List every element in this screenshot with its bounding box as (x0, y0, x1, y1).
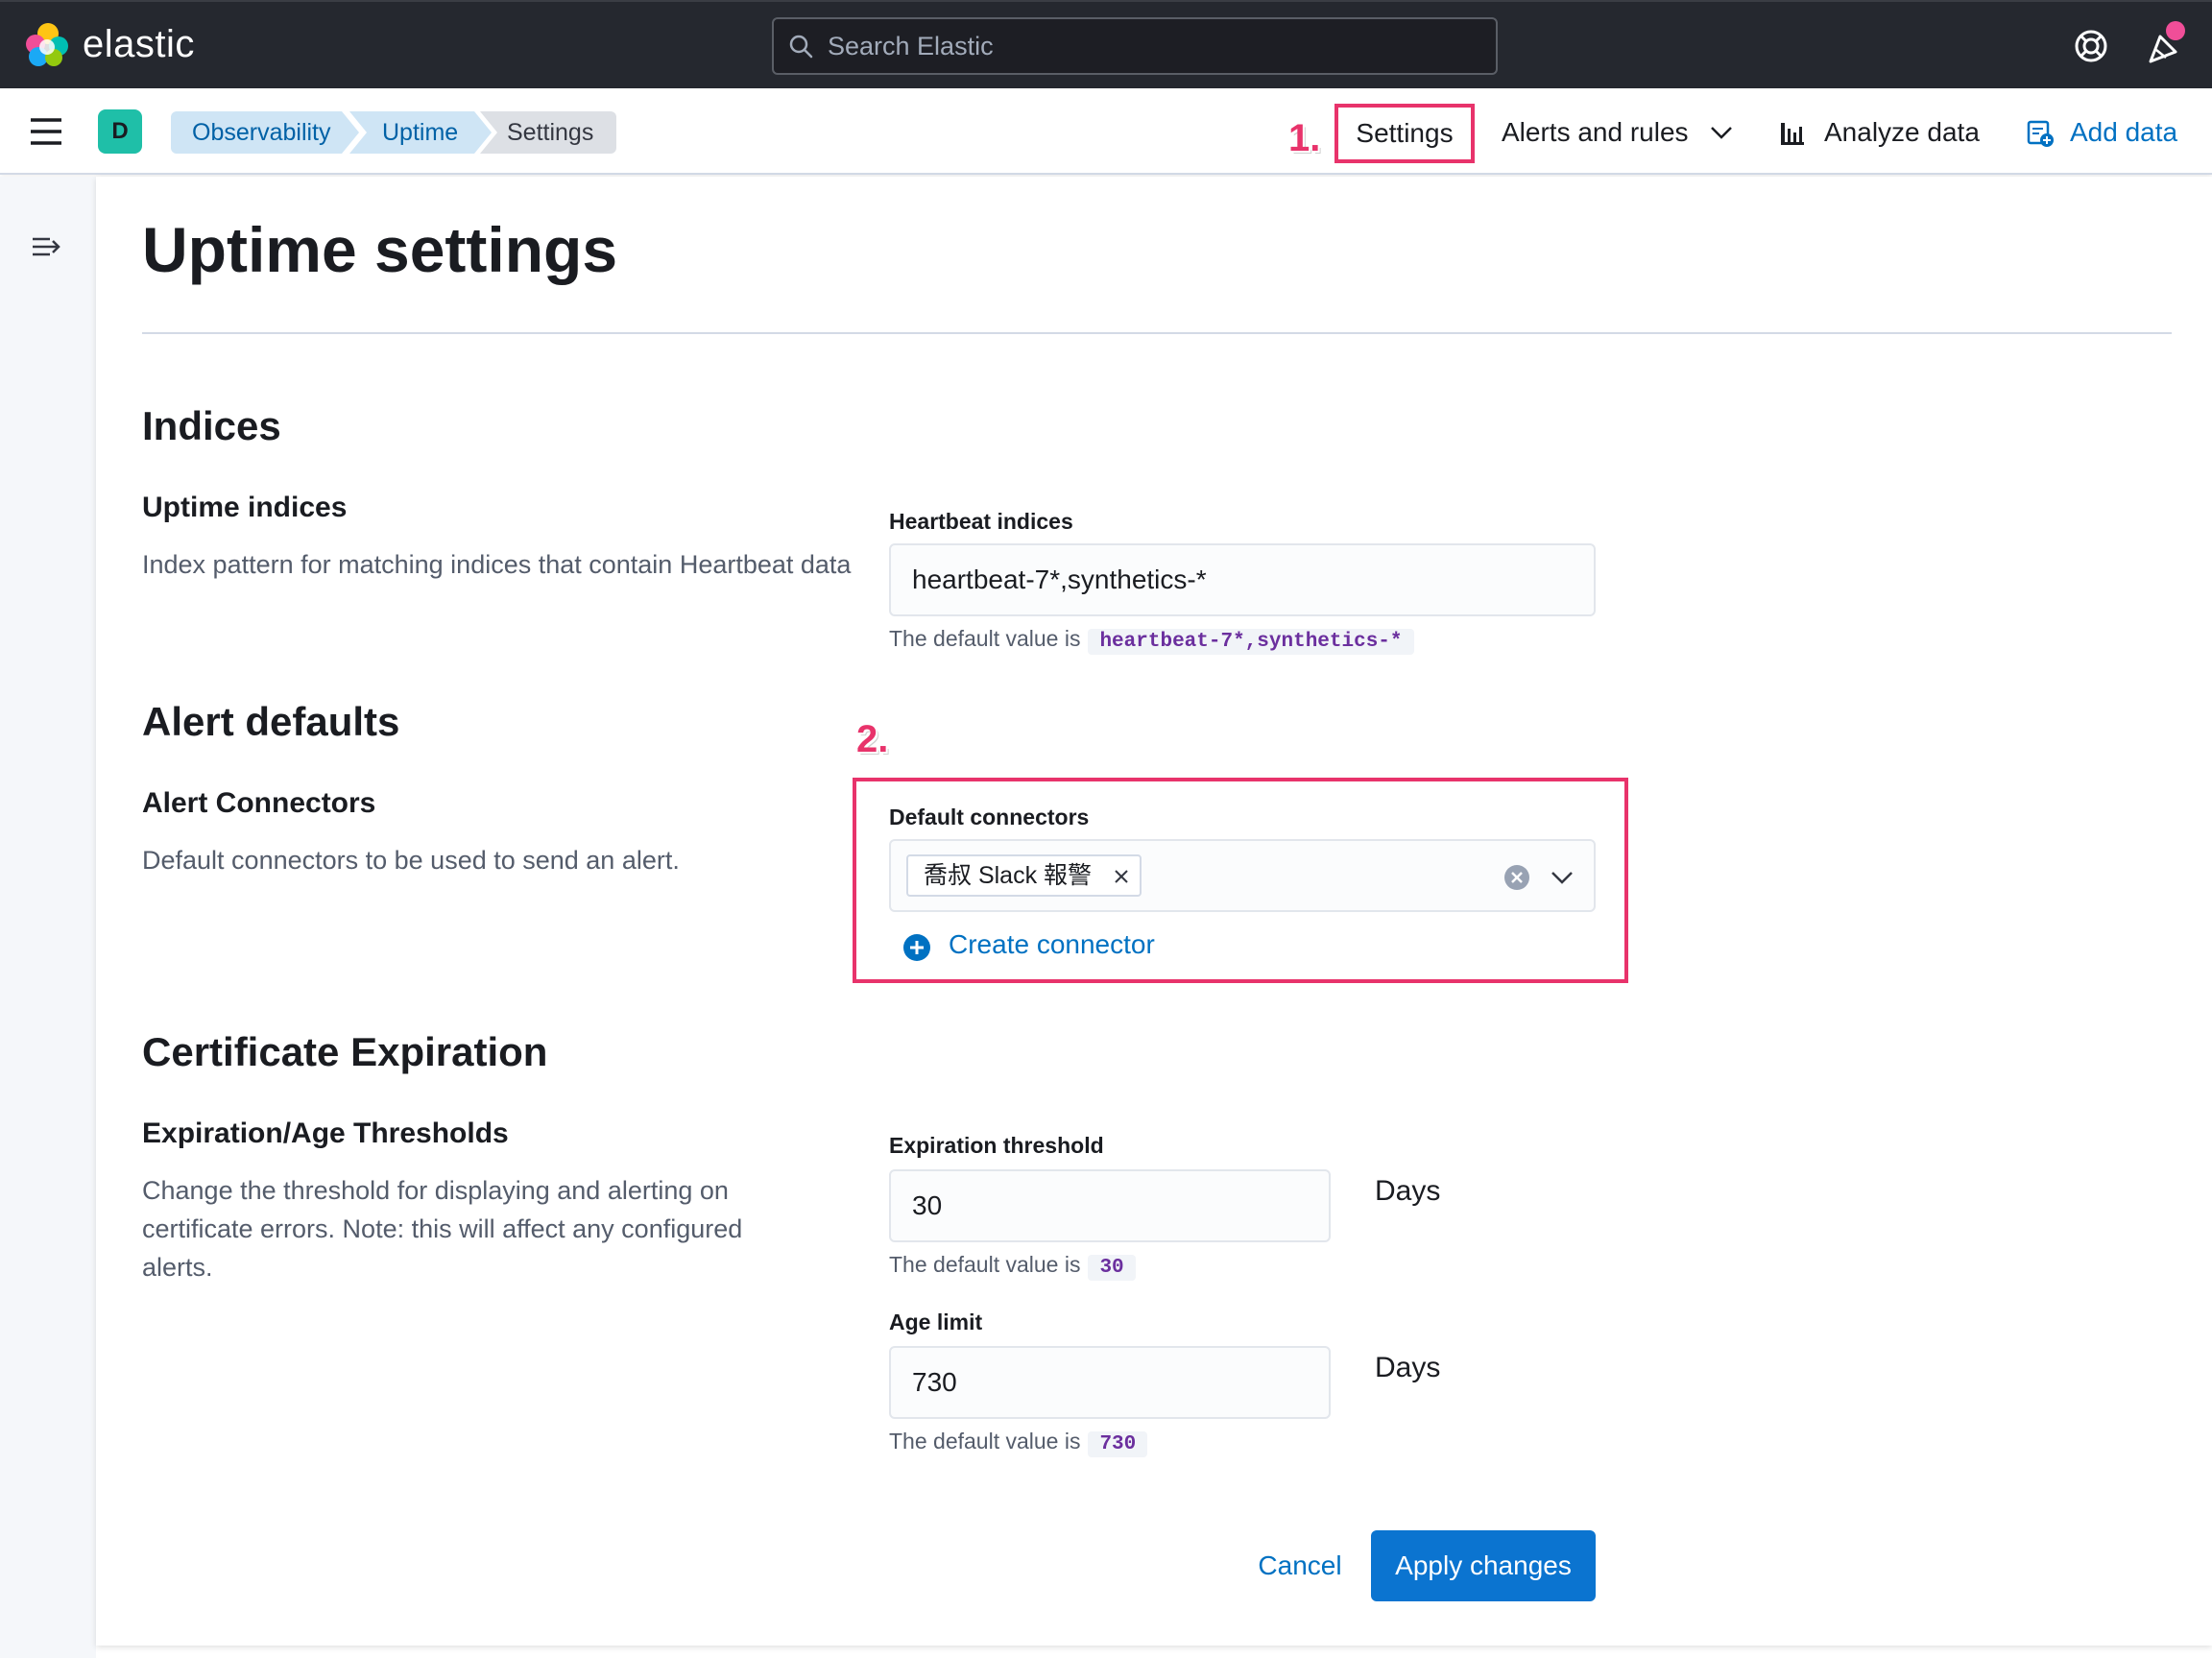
age-limit-label: Age limit (889, 1310, 983, 1334)
add-data-link[interactable]: Add data (2070, 111, 2177, 154)
uptime-indices-description: Index pattern for matching indices that … (142, 550, 852, 579)
expiration-threshold-help: The default value is 30 (889, 1252, 1136, 1281)
expiration-unit: Days (1375, 1175, 1441, 1207)
heartbeat-indices-help: The default value is heartbeat-7*,synthet… (889, 626, 1414, 655)
default-value-code: heartbeat-7*,synthetics-* (1088, 629, 1414, 655)
annotation-step-2: 2. (856, 718, 889, 760)
space-avatar[interactable]: D (98, 109, 142, 154)
cancel-button[interactable]: Cancel (1244, 1530, 1356, 1601)
alert-defaults-heading: Alert defaults (142, 699, 400, 744)
analyze-data-link[interactable]: Analyze data (1824, 111, 1980, 154)
heartbeat-indices-label: Heartbeat indices (889, 509, 1073, 534)
age-limit-input[interactable] (889, 1346, 1331, 1419)
help-prefix: The default value is (889, 1429, 1081, 1454)
expiration-threshold-input[interactable] (889, 1169, 1331, 1242)
elastic-logo-icon[interactable] (23, 21, 71, 69)
global-search[interactable] (772, 17, 1498, 75)
indices-heading: Indices (142, 403, 281, 448)
add-data-icon[interactable] (2026, 119, 2055, 148)
breadcrumb-settings: Settings (480, 111, 616, 154)
connector-chip[interactable]: 喬叔 Slack 報警 (906, 854, 1142, 897)
thresholds-heading: Expiration/Age Thresholds (142, 1117, 509, 1149)
default-connectors-label: Default connectors (889, 805, 1090, 829)
brand-name[interactable]: elastic (83, 23, 195, 66)
help-prefix: The default value is (889, 626, 1081, 651)
menu-hamburger-icon[interactable] (29, 115, 63, 148)
expand-nav-icon[interactable] (31, 232, 63, 261)
search-input[interactable] (828, 27, 1480, 65)
help-icon[interactable] (2072, 27, 2110, 65)
thresholds-description: Change the threshold for displaying and … (142, 1176, 743, 1282)
chevron-down-icon[interactable] (1550, 868, 1575, 887)
certificate-expiration-heading: Certificate Expiration (142, 1029, 548, 1074)
default-value-code: 730 (1088, 1431, 1148, 1457)
age-limit-unit: Days (1375, 1352, 1441, 1383)
analyze-data-icon[interactable] (1778, 119, 1807, 148)
chevron-down-icon[interactable] (1709, 123, 1734, 142)
breadcrumb-observability[interactable]: Observability (171, 111, 359, 154)
settings-nav-link[interactable]: Settings (1334, 104, 1475, 163)
default-connectors-combobox[interactable]: 喬叔 Slack 報警 (889, 839, 1596, 912)
alert-connectors-heading: Alert Connectors (142, 787, 376, 819)
breadcrumb-uptime[interactable]: Uptime (349, 111, 492, 154)
create-connector-link[interactable]: Create connector (949, 929, 1155, 960)
notification-badge (2166, 21, 2185, 40)
age-limit-help: The default value is 730 (889, 1429, 1148, 1457)
collapsed-side-nav (0, 177, 96, 1658)
default-value-code: 30 (1088, 1255, 1136, 1281)
search-icon (789, 35, 813, 59)
connector-chip-label: 喬叔 Slack 報警 (924, 862, 1093, 889)
top-header: elastic (0, 0, 2212, 88)
uptime-indices-heading: Uptime indices (142, 492, 348, 523)
title-divider (142, 332, 2172, 334)
apply-changes-button[interactable]: Apply changes (1371, 1530, 1596, 1601)
remove-chip-icon[interactable] (1113, 868, 1130, 885)
plus-circle-icon[interactable] (902, 933, 931, 962)
alert-connectors-description: Default connectors to be used to send an… (142, 846, 680, 875)
annotation-step-1: 1. (1288, 117, 1321, 159)
clear-selection-icon[interactable] (1503, 864, 1530, 891)
page-title: Uptime settings (142, 214, 618, 285)
help-prefix: The default value is (889, 1252, 1081, 1277)
alerts-and-rules-menu[interactable]: Alerts and rules (1502, 111, 1689, 154)
expiration-threshold-label: Expiration threshold (889, 1133, 1104, 1158)
heartbeat-indices-input[interactable] (889, 543, 1596, 616)
